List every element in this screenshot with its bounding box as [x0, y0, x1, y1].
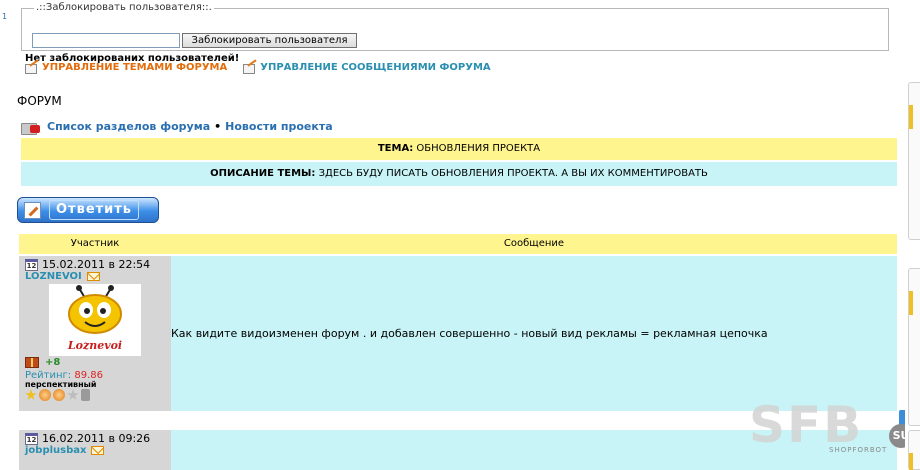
trophy-icon	[81, 389, 90, 401]
post-message-text: Как видите видоизменен форум . и добавле…	[171, 327, 768, 340]
mail-icon[interactable]	[91, 446, 105, 455]
avatar: Loznevoi	[49, 284, 141, 356]
topic-label: ТЕМА:	[377, 143, 414, 154]
page-title: ФОРУМ	[17, 94, 62, 108]
column-header-message: Сообщение	[503, 238, 565, 249]
post-message-cell: Как видите видоизменен форум . и добавле…	[171, 256, 897, 411]
block-user-legend: .::Заблокировать пользователя::.	[34, 2, 214, 13]
pen-icon	[24, 201, 41, 219]
calendar-icon: 12	[25, 258, 38, 271]
gold-star-icon	[25, 389, 37, 400]
topic-bar: ТЕМА: ОБНОВЛЕНИЯ ПРОЕКТА	[21, 138, 897, 160]
gift-icon	[25, 357, 39, 368]
orange-medal-icon	[53, 389, 65, 401]
breadcrumb: Список разделов форума • Новости проекта	[21, 120, 333, 135]
edit-icon	[243, 62, 257, 74]
breadcrumb-news-link[interactable]: Новости проекта	[225, 120, 332, 133]
tab-marker	[909, 453, 913, 470]
posts-table-header: Участник Сообщение	[19, 234, 897, 254]
tab-marker	[909, 291, 913, 315]
user-rank: перспективный	[25, 380, 97, 389]
column-header-author: Участник	[70, 238, 120, 249]
right-sidebar-tab[interactable]	[908, 430, 920, 470]
management-links: УПРАВЛЕНИЕ ТЕМАМИ ФОРУМА УПРАВЛЕНИЕ СООБ…	[25, 62, 491, 74]
post-author: jobplusbax	[25, 445, 105, 456]
right-sidebar-tab[interactable]	[908, 82, 920, 240]
calendar-icon: 12	[25, 432, 38, 445]
manage-topics-link[interactable]: УПРАВЛЕНИЕ ТЕМАМИ ФОРУМА	[42, 62, 227, 73]
grey-star-icon	[67, 389, 79, 400]
left-edge-mark: 1	[2, 12, 8, 21]
topic-value: ОБНОВЛЕНИЯ ПРОЕКТА	[416, 143, 541, 154]
user-medals	[25, 389, 90, 401]
edit-icon	[25, 62, 39, 74]
block-user-button[interactable]: Заблокировать пользователя	[182, 33, 357, 48]
block-user-panel: .::Заблокировать пользователя::. Заблоки…	[21, 2, 889, 51]
manage-messages-link[interactable]: УПРАВЛЕНИЕ СООБЩЕНИЯМИ ФОРУМА	[260, 62, 490, 73]
topic-description-label: ОПИСАНИЕ ТЕМЫ:	[210, 168, 316, 179]
post-author-cell: 12 15.02.2011 в 22:54 LOZNEVOI Loznevoi …	[19, 256, 171, 411]
avatar-logo-text: Loznevoi	[67, 339, 123, 352]
right-sidebar-strip	[905, 0, 920, 470]
breadcrumb-separator: •	[214, 120, 222, 133]
post-author: LOZNEVOI	[25, 271, 100, 282]
orange-medal-icon	[39, 389, 51, 401]
breadcrumb-sections-link[interactable]: Список разделов форума	[47, 120, 210, 133]
tab-marker	[909, 105, 913, 129]
post-date: 12 15.02.2011 в 22:54	[25, 258, 150, 271]
topic-description-bar: ОПИСАНИЕ ТЕМЫ: ЗДЕСЬ БУДУ ПИСАТЬ ОБНОВЛЕ…	[21, 162, 897, 186]
post-date-text: 15.02.2011 в 22:54	[42, 258, 151, 271]
topic-description-value: ЗДЕСЬ БУДУ ПИСАТЬ ОБНОВЛЕНИЯ ПРОЕКТА. А …	[318, 168, 708, 179]
mail-icon[interactable]	[86, 272, 100, 281]
author-link[interactable]: jobplusbax	[25, 445, 86, 456]
watermark: SFB SU SHOPFORBOT	[749, 398, 919, 458]
reputation: +8	[25, 357, 60, 368]
post-author-cell: 12 16.02.2011 в 09:26 jobplusbax	[19, 430, 171, 470]
reply-button[interactable]: Ответить	[17, 197, 159, 223]
reply-button-label: Ответить	[49, 200, 140, 220]
post-date: 12 16.02.2011 в 09:26	[25, 432, 150, 445]
right-sidebar-tab[interactable]	[908, 268, 920, 426]
watermark-subtext: SHOPFORBOT	[829, 446, 888, 454]
forum-content: .::Заблокировать пользователя::. Заблоки…	[17, 0, 913, 470]
reputation-value: +8	[45, 357, 61, 368]
block-user-input[interactable]	[32, 33, 180, 48]
table-row: 12 15.02.2011 в 22:54 LOZNEVOI Loznevoi …	[19, 256, 897, 411]
folder-icon	[21, 121, 43, 135]
author-link[interactable]: LOZNEVOI	[25, 271, 82, 282]
post-date-text: 16.02.2011 в 09:26	[42, 432, 151, 445]
